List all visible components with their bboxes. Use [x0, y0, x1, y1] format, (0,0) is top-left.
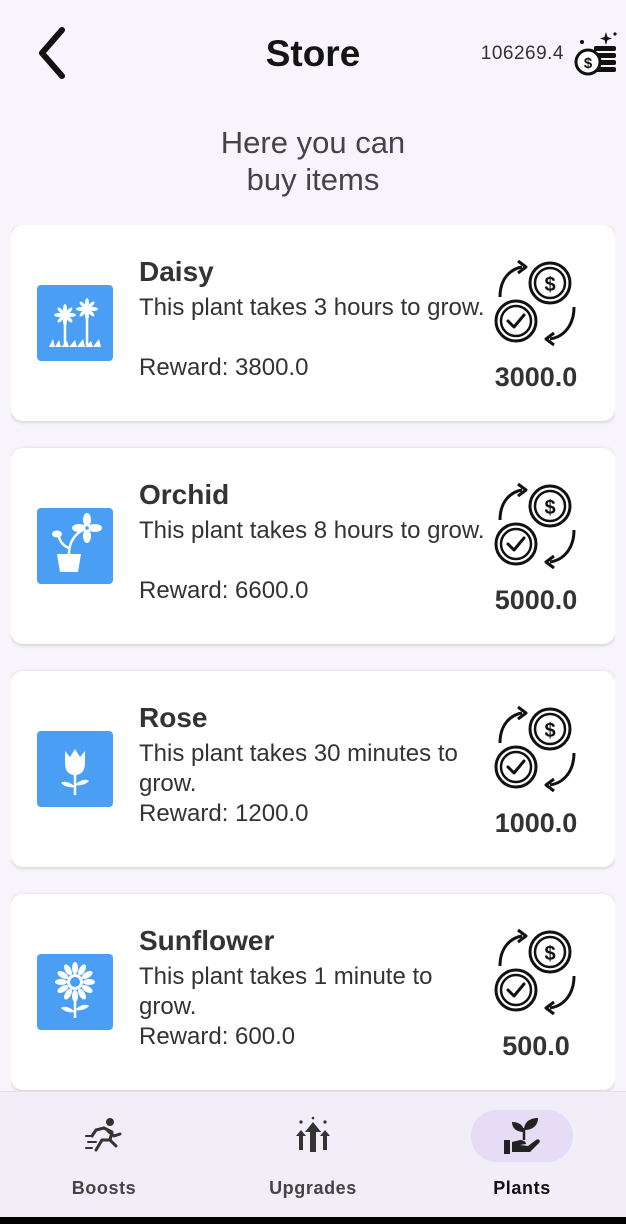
- item-description: This plant takes 8 hours to grow.: [139, 517, 485, 544]
- item-list[interactable]: Daisy This plant takes 3 hours to grow. …: [11, 225, 615, 1091]
- store-item-daisy[interactable]: Daisy This plant takes 3 hours to grow. …: [11, 225, 615, 421]
- coins-icon: $: [574, 32, 617, 76]
- item-reward: Reward: 6600.0: [139, 577, 309, 604]
- item-reward: Reward: 3800.0: [139, 354, 309, 381]
- subtitle-line-1: Here you can: [220, 125, 406, 160]
- hand-sprout-icon: [504, 1118, 540, 1154]
- app-header: Store 106269.4 $: [0, 0, 626, 110]
- sunflower-icon: [37, 954, 113, 1030]
- item-price: 3000.0: [494, 362, 578, 392]
- item-reward: Reward: 1200.0: [139, 800, 309, 827]
- subtitle-line-2: buy items: [246, 162, 380, 197]
- svg-text:$: $: [584, 55, 593, 72]
- nav-label: Plants: [493, 1178, 551, 1198]
- store-item-orchid[interactable]: Orchid This plant takes 8 hours to grow.…: [11, 448, 615, 644]
- item-name: Daisy: [139, 256, 214, 287]
- nav-label: Upgrades: [269, 1178, 357, 1198]
- buy-exchange-icon[interactable]: [492, 928, 580, 1016]
- item-name: Rose: [139, 702, 208, 733]
- running-person-icon: [85, 1118, 122, 1152]
- buy-exchange-icon[interactable]: [492, 259, 580, 347]
- coin-balance: 106269.4: [480, 43, 564, 64]
- item-description: This plant takes 3 hours to grow.: [139, 294, 485, 321]
- nav-tab-plants[interactable]: Plants: [418, 1092, 626, 1218]
- daisy-icon: [37, 285, 113, 361]
- buy-exchange-icon[interactable]: [492, 705, 580, 793]
- rose-icon: [37, 731, 113, 807]
- store-subtitle: Here you can buy items: [0, 124, 626, 198]
- nav-label: Boosts: [71, 1178, 137, 1198]
- buy-exchange-icon[interactable]: [492, 482, 580, 570]
- item-description: This plant takes 30 minutes to grow.: [139, 740, 458, 797]
- orchid-icon: [37, 508, 113, 584]
- bottom-navigation: Boosts Upgrades Plants: [0, 1091, 626, 1218]
- upgrade-arrows-icon: [296, 1116, 330, 1152]
- nav-tab-boosts[interactable]: Boosts: [0, 1092, 208, 1218]
- item-reward: Reward: 600.0: [139, 1023, 296, 1050]
- item-description: This plant takes 1 minute to grow.: [139, 963, 433, 1020]
- item-name: Sunflower: [139, 925, 275, 956]
- item-price: 500.0: [502, 1031, 570, 1061]
- item-price: 5000.0: [494, 585, 578, 615]
- store-item-rose[interactable]: Rose This plant takes 30 minutes to grow…: [11, 671, 615, 867]
- item-name: Orchid: [139, 479, 230, 510]
- store-item-sunflower[interactable]: Sunflower This plant takes 1 minute to g…: [11, 894, 615, 1090]
- system-bar: [0, 1217, 626, 1224]
- item-price: 1000.0: [494, 808, 578, 838]
- nav-tab-upgrades[interactable]: Upgrades: [209, 1092, 417, 1218]
